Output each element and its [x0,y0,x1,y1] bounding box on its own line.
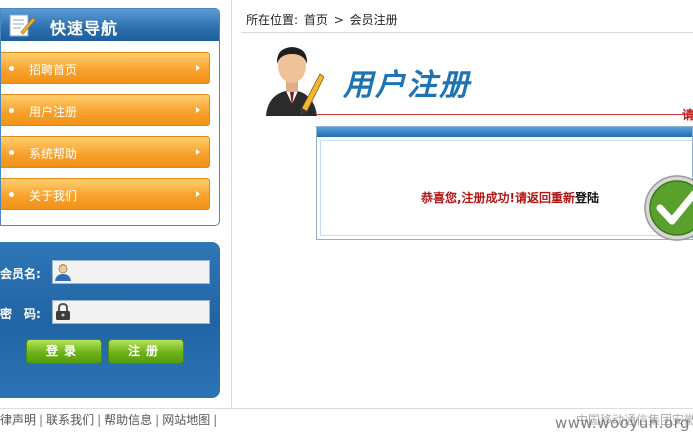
footer-link-legal[interactable]: 法律声明 [0,413,36,427]
login-panel: 会员名: 密 码: 登录 注册 [0,242,220,398]
success-message-text: 恭喜您,注册成功!请返回重新 [421,191,576,205]
nav-item-label: 用户注册 [29,105,78,119]
quick-nav-header: 快速导航 [1,9,219,41]
footer-divider [0,408,693,409]
nav-item-label: 招聘首页 [29,63,78,77]
quick-nav-list: 招聘首页 用户注册 系统帮助 关于我们 [1,41,219,210]
check-icon [644,175,693,241]
breadcrumb-prefix: 所在位置: [246,13,299,27]
watermark-text: www.wooyun.org [555,414,691,432]
nav-item-system-help[interactable]: 系统帮助 [1,136,210,168]
lock-icon [56,303,70,320]
username-row: 会员名: [0,260,220,284]
breadcrumb-home[interactable]: 首页 [304,13,328,27]
username-label: 会员名: [0,267,41,281]
password-row: 密 码: [0,300,220,324]
relogin-link[interactable]: 登陆 [575,191,599,205]
chevron-right-icon [196,149,200,155]
username-input[interactable] [73,261,209,283]
breadcrumb-current: 会员注册 [349,13,398,27]
quick-nav-title: 快速导航 [50,19,119,38]
register-button[interactable]: 注册 [108,339,184,364]
username-field[interactable] [52,260,210,284]
businessman-pencil-icon [266,47,324,116]
message-box-body: 恭喜您,注册成功!请返回重新登陆 [320,140,692,236]
breadcrumb-divider [241,32,693,33]
nav-item-label: 关于我们 [29,189,78,203]
success-message: 恭喜您,注册成功!请返回重新登陆 [421,189,599,206]
bullet-icon [9,108,14,113]
message-box: 恭喜您,注册成功!请返回重新登陆 [316,126,693,240]
column-divider [231,0,232,408]
footer-link-help[interactable]: 帮助信息 [104,413,152,427]
title-underline [316,114,693,115]
quick-nav-panel: 快速导航 招聘首页 用户注册 系统帮助 关于我们 [0,8,220,226]
nav-item-job-home[interactable]: 招聘首页 [1,52,210,84]
page-title: 用户注册 [343,68,471,103]
hint-text: 请 [682,108,693,122]
chevron-right-icon [196,191,200,197]
bullet-icon [9,150,14,155]
user-icon [55,264,71,281]
password-field[interactable] [52,300,210,324]
breadcrumb: 所在位置: 首页 > 会员注册 [246,11,400,28]
chevron-right-icon [196,107,200,113]
footer-link-sitemap[interactable]: 网站地图 [162,413,210,427]
nav-item-user-register[interactable]: 用户注册 [1,94,210,126]
bullet-icon [9,66,14,71]
password-label: 密 码: [0,307,41,321]
chevron-right-icon [196,65,200,71]
message-box-header [317,127,692,137]
login-button[interactable]: 登录 [26,339,102,364]
footer-link-contact[interactable]: 联系我们 [46,413,94,427]
nav-item-label: 系统帮助 [29,147,78,161]
bullet-icon [9,192,14,197]
document-pencil-icon [9,14,36,37]
footer-links: 法律声明|联系我们|帮助信息|网站地图| [0,411,220,428]
breadcrumb-separator: > [333,13,344,27]
password-input[interactable] [73,301,209,323]
nav-item-about-us[interactable]: 关于我们 [1,178,210,210]
